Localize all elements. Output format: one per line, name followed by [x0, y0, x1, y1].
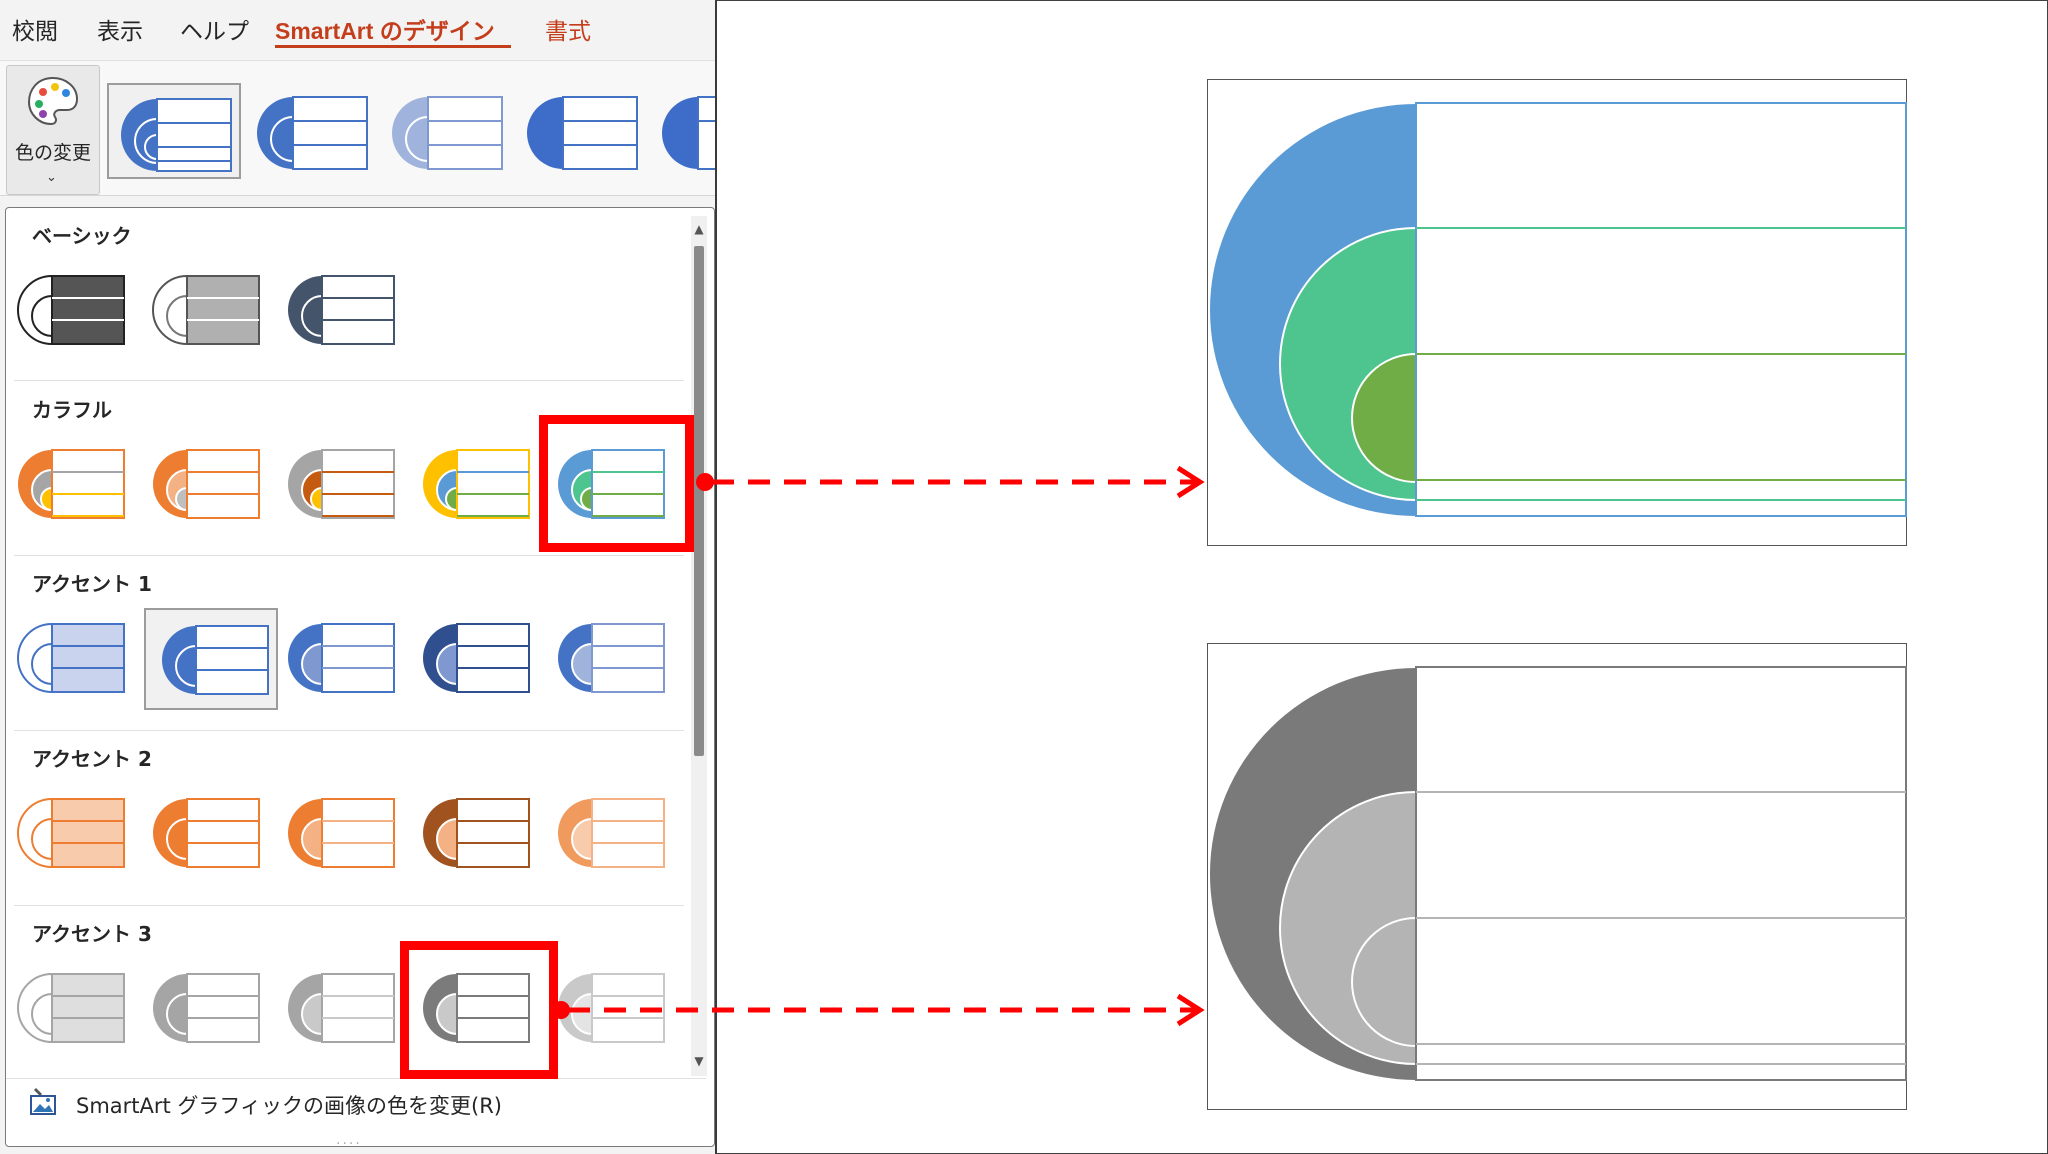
result-colorful-diagram: [1207, 79, 1907, 546]
arrow-to-gray-result: [552, 993, 1205, 1027]
outer-text-box: [1415, 666, 1907, 1081]
arrow-to-colorful-result: [696, 465, 1205, 499]
result-gray-diagram: [1207, 643, 1907, 1110]
outer-text-box: [1415, 102, 1907, 517]
